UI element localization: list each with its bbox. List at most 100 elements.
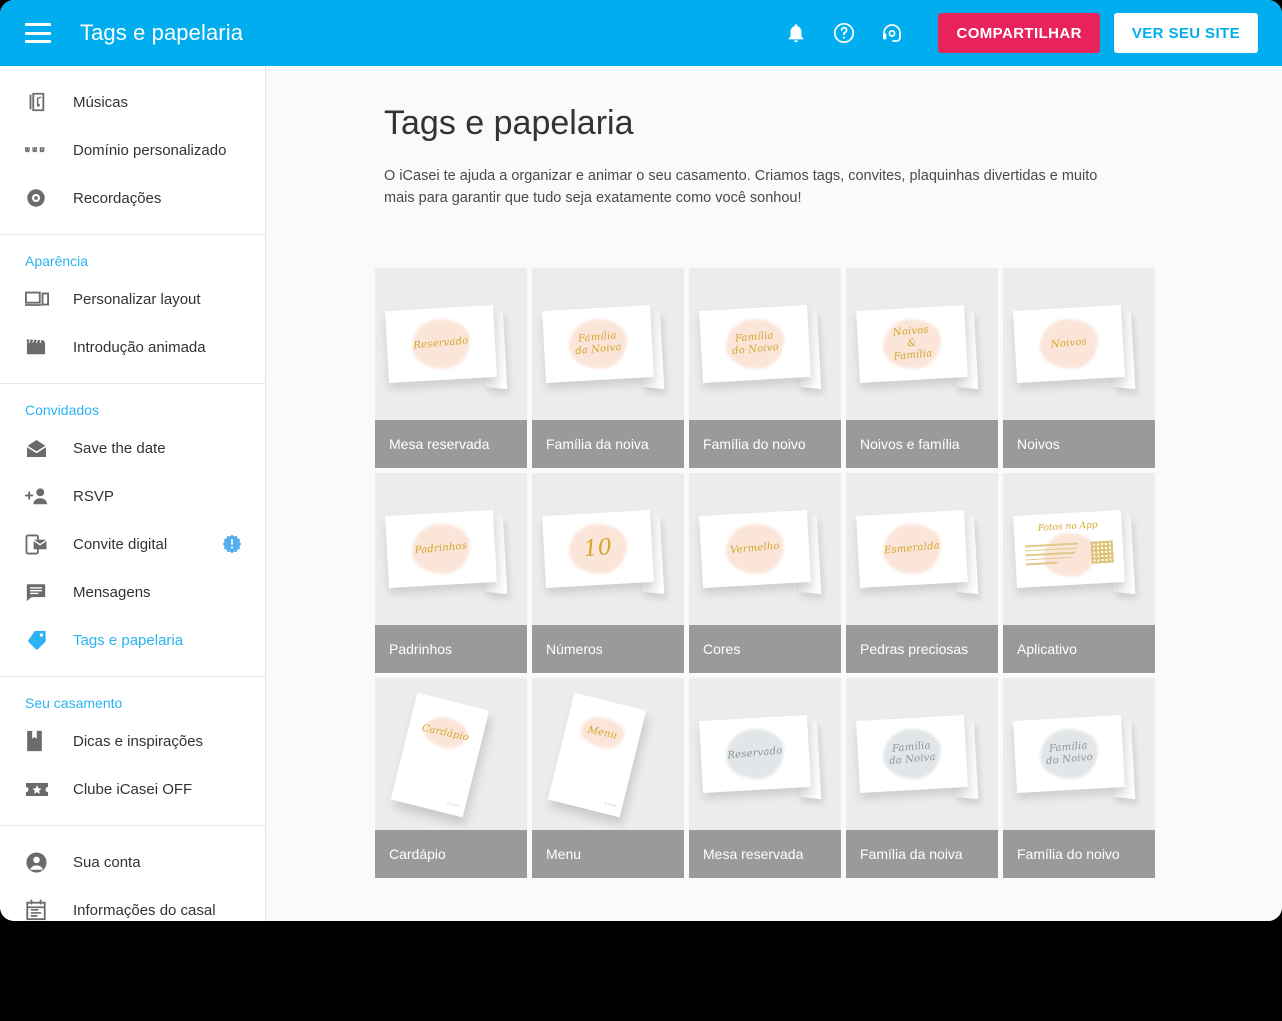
sidebar-item-label: Domínio personalizado (73, 141, 227, 159)
header-actions: COMPARTILHAR VER SEU SITE (772, 9, 1258, 57)
tag-card[interactable]: Menu iCasei Menu (532, 678, 684, 878)
sidebar-item-label: Convite digital (73, 535, 168, 553)
sidebar-item-save-the-date[interactable]: Save the date (0, 424, 265, 472)
view-site-button[interactable]: VER SEU SITE (1113, 13, 1258, 53)
tag-card-label: Aplicativo (1003, 625, 1155, 673)
sidebar-item-label: Personalizar layout (73, 290, 201, 308)
message-icon (25, 580, 55, 604)
sidebar-item-tags-e-papelaria[interactable]: Tags e papelaria (0, 616, 265, 664)
share-button[interactable]: COMPARTILHAR (938, 13, 1100, 53)
tag-card[interactable]: Cardápio iCasei Cardápio (375, 678, 527, 878)
sidebar-item-clube-icasei-off[interactable]: Clube iCasei OFF (0, 765, 265, 813)
tag-card-label: Padrinhos (375, 625, 527, 673)
tag-card-thumbnail: 10 (532, 473, 684, 625)
sidebar[interactable]: Músicas Domínio personalizado Recordações A… (0, 66, 266, 921)
tag-card[interactable]: Noivos Noivos (1003, 268, 1155, 468)
sidebar-item-dicas-e-inspira-es[interactable]: Dicas e inspirações (0, 717, 265, 765)
sidebar-group: Aparência Personalizar layout Introdução a… (0, 235, 265, 384)
sidebar-item-sua-conta[interactable]: Sua conta (0, 838, 265, 886)
app-window: Tags e papelaria COMPARTILHAR VER SEU SI… (0, 0, 1282, 921)
tag-card[interactable]: Família da Noiva Família da noiva (532, 268, 684, 468)
sidebar-group-title: Aparência (25, 253, 89, 269)
sidebar-item-label: Clube iCasei OFF (73, 780, 193, 798)
sidebar-item-informa-es-do-casal[interactable]: Informações do casal (0, 886, 265, 921)
hamburger-icon[interactable] (25, 23, 51, 43)
tag-card-label: Mesa reservada (375, 420, 527, 468)
sidebar-item-m-sicas[interactable]: Músicas (0, 78, 265, 126)
tag-card[interactable]: Fotos no App Aplicativo (1003, 473, 1155, 673)
tag-card-label: Cores (689, 625, 841, 673)
sidebar-item-personalizar-layout[interactable]: Personalizar layout (0, 275, 265, 323)
sidebar-group-title: Seu casamento (25, 695, 123, 711)
disc-icon (25, 186, 55, 210)
sidebar-group: Convidados Save the date RSVP Convite digit… (0, 384, 265, 677)
tag-card-label: Números (532, 625, 684, 673)
page-title-header: Tags e papelaria (80, 20, 244, 45)
tag-card-label: Família da noiva (846, 830, 998, 878)
card-art-text: Noivos & Família (892, 324, 933, 363)
tag-card-label: Mesa reservada (689, 830, 841, 878)
page-title: Tags e papelaria (384, 104, 634, 142)
tag-card-thumbnail: Reservado (375, 268, 527, 420)
tag-card-thumbnail: Fotos no App (1003, 473, 1155, 625)
sidebar-item-recorda-es[interactable]: Recordações (0, 174, 265, 222)
tag-card-label: Família do noivo (1003, 830, 1155, 878)
tag-card-label: Noivos (1003, 420, 1155, 468)
ticket-star-icon (25, 777, 55, 801)
app-header: Tags e papelaria COMPARTILHAR VER SEU SI… (0, 0, 1282, 66)
music-library-icon (25, 90, 55, 114)
tag-card[interactable]: Reservado Mesa reservada (689, 678, 841, 878)
tag-card-label: Noivos e família (846, 420, 998, 468)
account-circle-icon (25, 850, 55, 874)
sidebar-item-rsvp[interactable]: RSVP (0, 472, 265, 520)
tag-card-thumbnail: Noivos & Família (846, 268, 998, 420)
calendar-icon (25, 898, 55, 921)
help-circle-icon[interactable] (820, 9, 868, 57)
tag-card-label: Família da noiva (532, 420, 684, 468)
sidebar-item-label: Tags e papelaria (73, 631, 184, 649)
sidebar-item-label: Introdução animada (73, 338, 206, 356)
sidebar-group: Músicas Domínio personalizado Recordações (0, 66, 265, 235)
tag-card-grid: Reservado Mesa reservada Família da Noiva F… (375, 268, 1157, 878)
tag-card[interactable]: Família do Noivo Família do noivo (689, 268, 841, 468)
tag-card[interactable]: Esmeralda Pedras preciosas (846, 473, 998, 673)
sidebar-item-label: Save the date (73, 439, 166, 457)
sidebar-item-dom-nio-personalizado[interactable]: Domínio personalizado (0, 126, 265, 174)
tag-card[interactable]: Família da Noiva Família da noiva (846, 678, 998, 878)
sidebar-item-mensagens[interactable]: Mensagens (0, 568, 265, 616)
sidebar-item-label: Músicas (73, 93, 129, 111)
sidebar-item-introdu-o-animada[interactable]: Introdução animada (0, 323, 265, 371)
card-art-text: Família da Noiva (574, 330, 623, 358)
tag-card[interactable]: Família do Noivo Família do noivo (1003, 678, 1155, 878)
card-art-text: Família da Noiva (888, 740, 937, 768)
tag-card-thumbnail: Família da Noiva (846, 678, 998, 830)
tag-card-thumbnail: Família do Noivo (689, 268, 841, 420)
card-art-text: Família do Noivo (1045, 740, 1094, 768)
mobile-invite-icon (25, 532, 55, 556)
tag-card[interactable]: Noivos & Família Noivos e família (846, 268, 998, 468)
tag-card-label: Pedras preciosas (846, 625, 998, 673)
card-art-text: 10 (582, 534, 614, 563)
sidebar-group: Seu casamento Dicas e inspirações Clube iC… (0, 677, 265, 826)
support-headset-icon[interactable] (868, 9, 916, 57)
tag-card-thumbnail: Família da Noiva (532, 268, 684, 420)
bookmark-icon (25, 729, 55, 753)
sidebar-item-label: Dicas e inspirações (73, 732, 204, 750)
page-description: O iCasei te ajuda a organizar e animar o… (384, 168, 1098, 206)
tag-card[interactable]: 10 Números (532, 473, 684, 673)
tag-card-thumbnail: Padrinhos (375, 473, 527, 625)
tag-card-thumbnail: Menu iCasei (532, 678, 684, 830)
tag-card-thumbnail: Reservado (689, 678, 841, 830)
tag-card-label: Menu (532, 830, 684, 878)
alert-badge-icon (222, 534, 242, 554)
sidebar-item-convite-digital[interactable]: Convite digital (0, 520, 265, 568)
sidebar-group-title: Convidados (25, 402, 99, 418)
main-content: Tags e papelaria O iCasei te ajuda a org… (266, 66, 1282, 921)
tag-card[interactable]: Vermelho Cores (689, 473, 841, 673)
notification-bell-icon[interactable] (772, 9, 820, 57)
sidebar-group: Sua conta Informações do casal (0, 826, 265, 921)
tag-card[interactable]: Padrinhos Padrinhos (375, 473, 527, 673)
sidebar-item-label: Sua conta (73, 853, 141, 871)
clapperboard-icon (25, 335, 55, 359)
tag-card[interactable]: Reservado Mesa reservada (375, 268, 527, 468)
